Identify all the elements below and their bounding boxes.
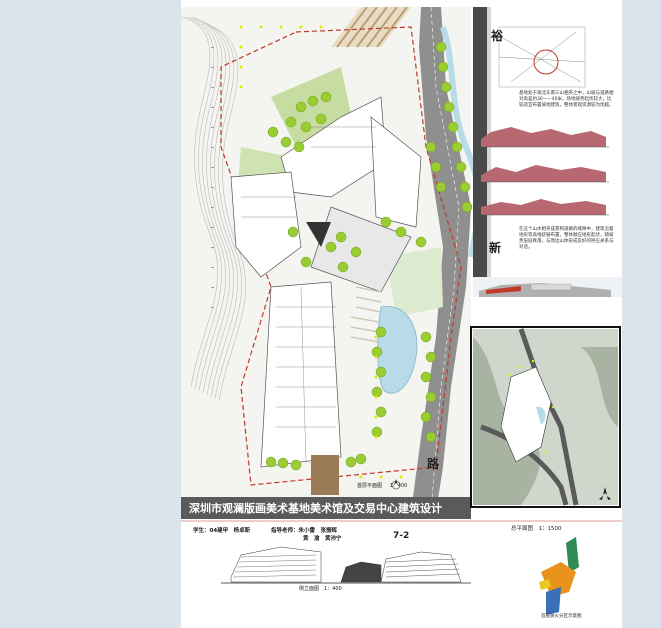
plan-label: 首层平面图 1：400 — [357, 482, 407, 489]
advisor-info: 指导老师：朱小雷 张振辉 — [271, 528, 338, 534]
plan-label-text: 首层平面图 — [357, 483, 383, 489]
board-title: 深圳市观澜版画美术基地美术馆及交易中心建筑设计 — [189, 502, 442, 515]
sheet-number: 7-2 — [393, 531, 410, 541]
student-info: 学生：04建甲 杨卓斯 — [193, 528, 251, 534]
road-name-char-1: 裕 — [491, 29, 504, 43]
right-margin-area — [622, 0, 661, 628]
road-name-char-2: 新 — [489, 241, 502, 255]
fire-zone-label: 首层防火分区示意图 — [541, 614, 582, 619]
site-note-2: 在这个山水相夹成景和道路的缝隙中，建筑沿着地形等高线舒展布置，整体顺应地形起伏，… — [519, 227, 614, 250]
perspective-render — [473, 277, 622, 297]
left-margin-area — [0, 0, 181, 628]
road-name-char-3: 路 — [427, 457, 440, 471]
advisor-info-2: 黄 渝 黄沛宁 — [303, 536, 342, 542]
site-plan-label: 总平面图 1：1500 — [511, 526, 562, 532]
site-note-1: 基地处于观北东南三山相夹之中，山坡与道路相对高差约30——40米，场地坡势起伏较… — [519, 91, 614, 108]
plan-scale: 1：400 — [389, 483, 408, 489]
presentation-board: 裕 新 路 基地处于观北东南三山相夹之中，山坡与道路相对高差约30——40米，场… — [181, 7, 622, 620]
elevation-label: 侧立面图 1：400 — [299, 586, 342, 592]
entry-plaza — [311, 455, 339, 495]
